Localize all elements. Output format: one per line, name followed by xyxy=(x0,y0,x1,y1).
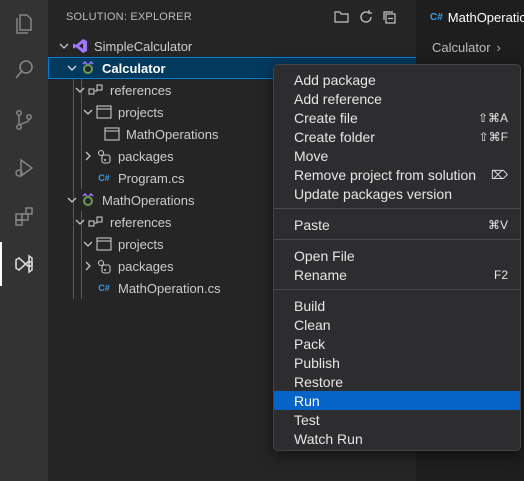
run-debug-icon[interactable] xyxy=(0,146,48,190)
menu-item-pack[interactable]: Pack xyxy=(274,334,520,353)
shortcut-label: ⇧⌘F xyxy=(478,129,508,144)
menu-item-add-reference[interactable]: Add reference xyxy=(274,89,520,108)
tree-item-label: Program.cs xyxy=(118,170,185,186)
window-icon xyxy=(96,236,112,252)
chevron-right-icon[interactable] xyxy=(80,148,96,164)
chevron-right-icon: › xyxy=(496,39,501,55)
menu-item-publish[interactable]: Publish xyxy=(274,353,520,372)
menu-item-rename[interactable]: Rename F2 xyxy=(274,265,520,284)
shortcut-label: F2 xyxy=(493,267,508,282)
chevron-down-icon[interactable] xyxy=(72,82,88,98)
collapse-all-icon[interactable] xyxy=(382,9,398,25)
menu-item-clean[interactable]: Clean xyxy=(274,315,520,334)
csharp-file-icon: C# xyxy=(98,283,110,293)
shortcut-label: ⇧⌘A xyxy=(477,110,508,125)
menu-item-create-file[interactable]: Create file ⇧⌘A xyxy=(274,108,520,127)
explorer-files-icon[interactable] xyxy=(0,2,48,46)
tree-item-label: references xyxy=(110,82,172,98)
open-folder-icon[interactable] xyxy=(334,9,350,25)
menu-item-open-file[interactable]: Open File xyxy=(274,246,520,265)
tree-item-label: packages xyxy=(118,148,174,164)
tree-item-label: projects xyxy=(118,104,164,120)
csharp-file-icon: C# xyxy=(430,12,443,23)
shortcut-label: ⌦ xyxy=(491,167,508,182)
references-icon xyxy=(88,82,104,98)
chevron-down-icon[interactable] xyxy=(72,214,88,230)
chevron-down-icon[interactable] xyxy=(56,38,72,54)
nuget-packages-icon xyxy=(96,258,112,274)
menu-item-add-package[interactable]: Add package xyxy=(274,70,520,89)
breadcrumb[interactable]: Calculator › xyxy=(416,35,524,59)
menu-separator xyxy=(274,289,520,290)
panel-title: SOLUTION: EXPLORER xyxy=(66,11,192,23)
menu-separator xyxy=(274,208,520,209)
tree-item-label: MathOperations xyxy=(102,192,195,208)
csharp-project-icon xyxy=(80,60,96,76)
tree-item-label: MathOperations xyxy=(126,126,219,142)
menu-item-move[interactable]: Move xyxy=(274,146,520,165)
csharp-file-icon: C# xyxy=(98,173,110,183)
source-control-icon[interactable] xyxy=(0,98,48,142)
menu-item-remove-project[interactable]: Remove project from solution ⌦ xyxy=(274,165,520,184)
menu-item-test[interactable]: Test xyxy=(274,410,520,429)
tree-item-label: SimpleCalculator xyxy=(94,38,193,54)
refresh-icon[interactable] xyxy=(358,9,374,25)
menu-item-update-packages[interactable]: Update packages version xyxy=(274,184,520,203)
chevron-right-icon[interactable] xyxy=(80,258,96,274)
menu-item-run[interactable]: Run xyxy=(274,391,520,410)
nuget-packages-icon xyxy=(96,148,112,164)
shortcut-label: ⌘V xyxy=(487,217,508,232)
window-icon xyxy=(104,126,120,142)
chevron-down-icon[interactable] xyxy=(64,192,80,208)
references-icon xyxy=(88,214,104,230)
tree-item-label: references xyxy=(110,214,172,230)
menu-item-paste[interactable]: Paste ⌘V xyxy=(274,215,520,234)
visual-studio-solution-icon xyxy=(72,38,88,54)
tree-item-label: MathOperation.cs xyxy=(118,280,221,296)
chevron-down-icon[interactable] xyxy=(80,104,96,120)
menu-item-build[interactable]: Build xyxy=(274,296,520,315)
tab-label: MathOperatio xyxy=(447,10,524,25)
menu-item-restore[interactable]: Restore xyxy=(274,372,520,391)
chevron-down-icon[interactable] xyxy=(80,236,96,252)
tree-item-label: projects xyxy=(118,236,164,252)
menu-separator xyxy=(274,239,520,240)
menu-item-create-folder[interactable]: Create folder ⇧⌘F xyxy=(274,127,520,146)
breadcrumb-item[interactable]: Calculator xyxy=(432,40,491,55)
context-menu: Add package Add reference Create file ⇧⌘A… xyxy=(273,64,521,451)
tree-item-solution[interactable]: SimpleCalculator xyxy=(48,35,424,57)
search-icon[interactable] xyxy=(0,48,48,92)
chevron-down-icon[interactable] xyxy=(64,60,80,76)
extensions-icon[interactable] xyxy=(0,194,48,238)
tree-item-label: packages xyxy=(118,258,174,274)
editor-tab[interactable]: C# MathOperatio xyxy=(416,0,524,35)
tree-item-label: Calculator xyxy=(102,60,166,76)
menu-item-watch-run[interactable]: Watch Run xyxy=(274,429,520,448)
panel-actions xyxy=(334,9,398,25)
csharp-project-icon xyxy=(80,192,96,208)
activity-bar xyxy=(0,0,48,481)
window-icon xyxy=(96,104,112,120)
solution-explorer-icon[interactable] xyxy=(0,242,48,286)
